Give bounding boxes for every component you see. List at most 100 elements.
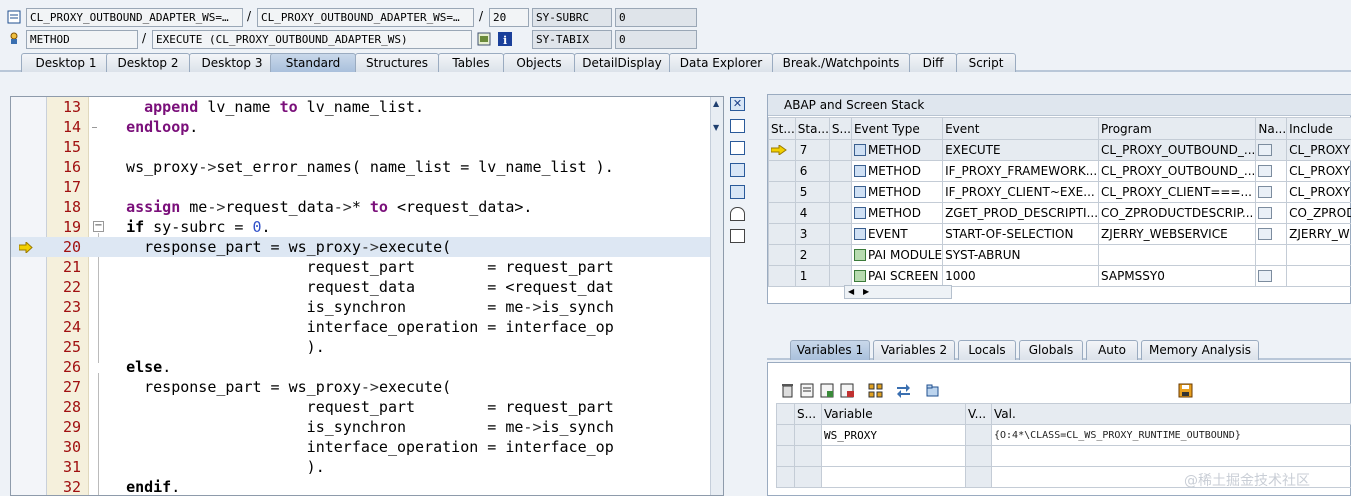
expand-horizontal-icon[interactable] bbox=[730, 185, 745, 199]
stack-hscrollbar[interactable]: ◀ ▶ bbox=[844, 285, 952, 299]
debugger-header: CL_PROXY_OUTBOUND_ADAPTER_WS=… / CL_PROX… bbox=[0, 0, 1351, 52]
tab-variables-1[interactable]: Variables 1 bbox=[790, 340, 870, 360]
stack-row[interactable]: 1 PAI SCREEN 1000 SAPMSSY0 bbox=[768, 265, 1351, 287]
pai-module-icon bbox=[853, 249, 866, 261]
swap-tool-icon[interactable] bbox=[730, 141, 745, 155]
tab-desktop-3[interactable]: Desktop 3 bbox=[189, 53, 275, 72]
source-editor[interactable]: − 13 append lv_name to lv_name_list. 14 … bbox=[10, 96, 724, 496]
scroll-right-icon[interactable]: ▶ bbox=[863, 286, 869, 298]
code-line: 17 bbox=[62, 178, 81, 196]
stack-row[interactable]: 5 METHOD IF_PROXY_CLIENT~EXE... CL_PROXY_… bbox=[768, 181, 1351, 203]
tab-auto[interactable]: Auto bbox=[1086, 340, 1138, 360]
scroll-down-icon[interactable]: ▼ bbox=[713, 123, 719, 132]
column-header[interactable]: S... bbox=[828, 117, 852, 140]
current-code-line: 20 response_part = ws_proxy->execute( bbox=[11, 237, 711, 257]
desktop-tabbar: Desktop 1 Desktop 2 Desktop 3 Standard S… bbox=[0, 52, 1351, 72]
code-line: 21 request_part = request_part bbox=[62, 258, 614, 276]
tab-diff[interactable]: Diff bbox=[909, 53, 957, 72]
code-line: 18 assign me->request_data->* to <reques… bbox=[62, 198, 533, 216]
tab-desktop-2[interactable]: Desktop 2 bbox=[106, 53, 190, 72]
navigate-icon[interactable] bbox=[1258, 207, 1273, 219]
variable-name[interactable]: WS_PROXY bbox=[821, 424, 966, 446]
event-field[interactable]: EXECUTE (CL_PROXY_OUTBOUND_ADAPTER_WS) bbox=[152, 30, 472, 49]
column-header[interactable]: Variable bbox=[821, 403, 966, 425]
tab-detaildisplay[interactable]: DetailDisplay bbox=[574, 53, 670, 72]
close-icon[interactable]: ✕ bbox=[730, 97, 745, 111]
method-icon bbox=[853, 144, 866, 156]
scroll-up-icon[interactable]: ▲ bbox=[713, 99, 719, 108]
navigate-icon[interactable] bbox=[1258, 165, 1273, 177]
event-type-field[interactable]: METHOD bbox=[26, 30, 138, 49]
stack-row[interactable]: 4 METHOD ZGET_PROD_DESCRIPTI... CO_ZPRODU… bbox=[768, 202, 1351, 224]
navigate-icon[interactable] bbox=[1258, 228, 1273, 240]
info-icon[interactable]: i bbox=[498, 32, 512, 46]
sysvar-subrc-value: 0 bbox=[615, 8, 697, 27]
navigate-icon[interactable] bbox=[1258, 270, 1273, 282]
code-line: 23 is_synchron = me->is_synch bbox=[62, 298, 614, 316]
editor-scrollbar[interactable]: ▲ ▼ bbox=[710, 97, 723, 495]
tab-data-explorer[interactable]: Data Explorer bbox=[669, 53, 773, 72]
save-icon[interactable] bbox=[1178, 383, 1193, 398]
navigate-icon[interactable] bbox=[1258, 186, 1273, 198]
settings-icon[interactable] bbox=[730, 229, 745, 243]
stack-row[interactable]: 7 METHOD EXECUTE CL_PROXY_OUTBOUND_... CL… bbox=[768, 139, 1351, 161]
navigate-icon[interactable] bbox=[1258, 144, 1273, 156]
code-line: 25 ). bbox=[62, 338, 325, 356]
tab-memory-analysis[interactable]: Memory Analysis bbox=[1141, 340, 1259, 360]
display-source-icon[interactable] bbox=[477, 32, 491, 46]
scroll-left-icon[interactable]: ◀ bbox=[848, 286, 854, 298]
code-line: 30 interface_operation = interface_op bbox=[62, 438, 614, 456]
services-icon[interactable] bbox=[730, 207, 745, 221]
column-header[interactable]: St... bbox=[768, 117, 796, 140]
column-header[interactable]: Na... bbox=[1255, 117, 1288, 140]
current-statement-arrow-icon bbox=[19, 242, 33, 253]
stack-row[interactable]: 6 METHOD IF_PROXY_FRAMEWORK... CL_PROXY_O… bbox=[768, 160, 1351, 182]
code-line: 32 endif. bbox=[62, 478, 181, 496]
sysvar-tabix-value: 0 bbox=[615, 30, 697, 49]
open-folder-icon[interactable] bbox=[925, 383, 940, 398]
column-header[interactable]: Include bbox=[1286, 117, 1351, 140]
editor-side-toolbar: ✕ bbox=[728, 96, 746, 256]
include-field[interactable]: CL_PROXY_OUTBOUND_ADAPTER_WS=… bbox=[257, 8, 474, 27]
column-header[interactable]: Val. bbox=[991, 403, 1351, 425]
table-edit-icon[interactable] bbox=[800, 383, 815, 398]
method-icon bbox=[10, 32, 18, 44]
watermark: @稀土掘金技术社区 bbox=[1184, 473, 1310, 489]
code-line: 27 response_part = ws_proxy->execute( bbox=[62, 378, 452, 396]
table-remove-icon[interactable] bbox=[840, 383, 855, 398]
code-line: 28 request_part = request_part bbox=[62, 398, 614, 416]
column-header[interactable]: S... bbox=[794, 403, 822, 425]
variable-row[interactable]: WS_PROXY {O:4*\CLASS=CL_WS_PROXY_RUNTIME… bbox=[776, 424, 1351, 446]
class-field[interactable]: CL_PROXY_OUTBOUND_ADAPTER_WS=… bbox=[26, 8, 243, 27]
delete-icon[interactable] bbox=[780, 383, 795, 398]
tab-structures[interactable]: Structures bbox=[355, 53, 439, 72]
maximize-icon[interactable] bbox=[730, 163, 745, 177]
separator: / bbox=[479, 9, 484, 23]
tab-objects[interactable]: Objects bbox=[503, 53, 575, 72]
column-header[interactable]: Event bbox=[942, 117, 1100, 140]
tab-tables[interactable]: Tables bbox=[438, 53, 504, 72]
pai-screen-icon bbox=[853, 270, 866, 282]
table-import-icon[interactable] bbox=[820, 383, 835, 398]
tab-breakpoints-watchpoints[interactable]: Break./Watchpoints bbox=[772, 53, 910, 72]
column-header[interactable]: Event Type bbox=[850, 117, 944, 140]
line-field[interactable]: 20 bbox=[489, 8, 529, 27]
stack-row[interactable]: 3 EVENT START-OF-SELECTION ZJERRY_WEBSERV… bbox=[768, 223, 1351, 245]
tab-globals[interactable]: Globals bbox=[1019, 340, 1083, 360]
new-tool-icon[interactable] bbox=[730, 119, 745, 133]
tab-variables-2[interactable]: Variables 2 bbox=[873, 340, 955, 360]
variable-row[interactable] bbox=[776, 445, 1351, 467]
hierarchy-icon[interactable] bbox=[868, 383, 883, 398]
code-line: 26 else. bbox=[62, 358, 172, 376]
column-header[interactable]: Sta... bbox=[794, 117, 830, 140]
variables-tabbar: Variables 1 Variables 2 Locals Globals A… bbox=[767, 338, 1351, 360]
tab-script[interactable]: Script bbox=[956, 53, 1016, 72]
tab-desktop-1[interactable]: Desktop 1 bbox=[21, 53, 111, 72]
tab-locals[interactable]: Locals bbox=[958, 340, 1016, 360]
tab-standard[interactable]: Standard bbox=[270, 53, 356, 72]
swap-arrows-icon[interactable] bbox=[896, 383, 911, 398]
stack-row[interactable]: 2 PAI MODULE SYST-ABRUN bbox=[768, 244, 1351, 266]
variable-value[interactable]: {O:4*\CLASS=CL_WS_PROXY_RUNTIME_OUTBOUND… bbox=[991, 424, 1351, 446]
column-header[interactable]: V... bbox=[965, 403, 992, 425]
column-header[interactable]: Program bbox=[1098, 117, 1257, 140]
